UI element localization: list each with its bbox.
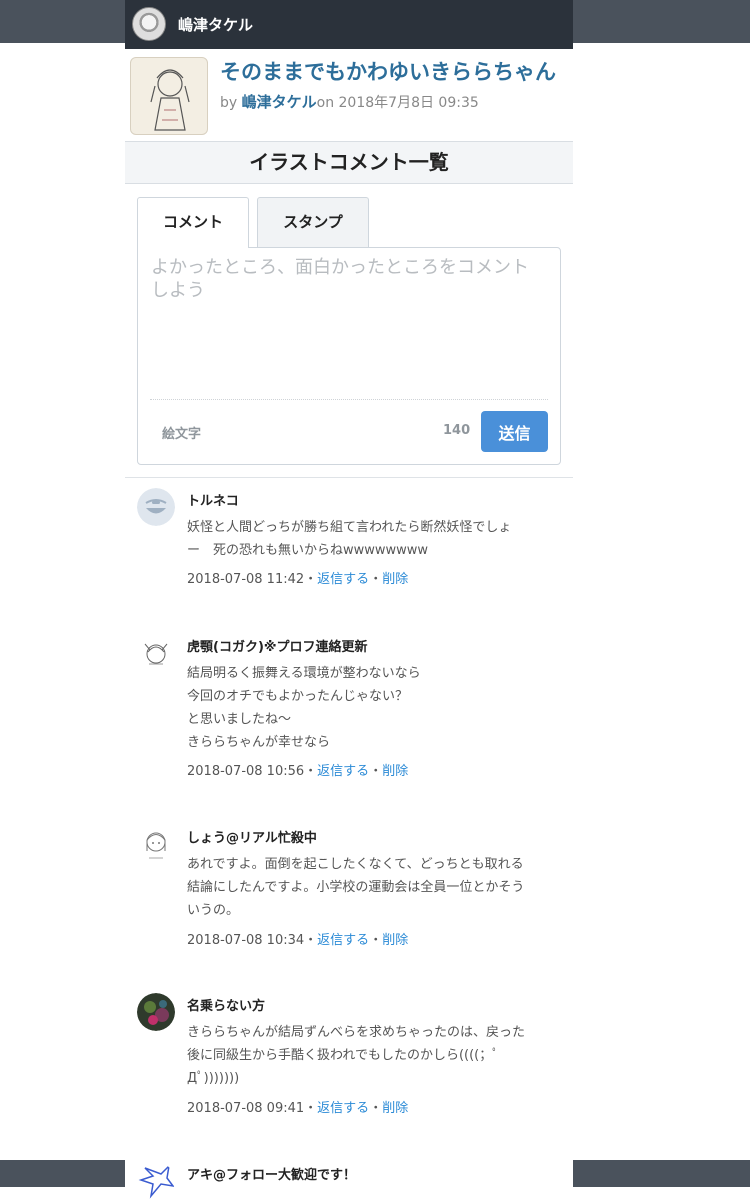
form-divider — [150, 399, 548, 400]
comment-text: 結局明るく振舞える環境が整わないなら 今回のオチでもよかったんじゃない？ と思い… — [187, 662, 563, 754]
meta-separator: ・ — [369, 764, 383, 779]
post-byline: by 嶋津タケルon 2018年7月8日 09:35 — [220, 91, 479, 112]
comment-date: 2018-07-08 09:41 — [187, 1101, 305, 1116]
comment-text: 妖怪と人間どっちが勝ち組て言われたら断然妖怪でしょ ー 死の恐れも無いからねww… — [187, 516, 563, 562]
comment-input[interactable] — [151, 256, 546, 396]
commenter-avatar[interactable] — [137, 993, 175, 1031]
list-separator — [125, 477, 573, 478]
comment-line: 結論にしたんですよ。小学校の運動会は全員一位とかそう — [187, 880, 525, 895]
comment-date: 2018-07-08 11:42 — [187, 572, 305, 587]
meta-separator: ・ — [369, 1101, 383, 1116]
post-date: on 2018年7月8日 09:35 — [316, 95, 479, 111]
comment-line: と思いましたね〜 — [187, 712, 292, 727]
commenter-avatar[interactable] — [137, 634, 175, 672]
reply-link[interactable]: 返信する — [317, 1101, 369, 1116]
tab-stamp[interactable]: スタンプ — [257, 197, 369, 247]
comment-text: きららちゃんが結局ずんべらを求めちゃったのは、戻った 後に同級生から手酷く扱われ… — [187, 1021, 563, 1090]
meta-separator: ・ — [369, 933, 383, 948]
meta-separator: ・ — [304, 572, 318, 587]
char-counter: 140 — [443, 423, 471, 438]
emoji-button[interactable]: 絵文字 — [162, 423, 201, 442]
delete-link[interactable]: 削除 — [382, 933, 408, 948]
illustration-title[interactable]: そのままでもかわゆいきららちゃん — [220, 56, 556, 86]
header-avatar[interactable] — [132, 7, 166, 41]
meta-separator: ・ — [304, 764, 318, 779]
comment-line: 今回のオチでもよかったんじゃない？ — [187, 689, 409, 704]
comment-line: ー 死の恐れも無いからねwwwwwwww — [187, 543, 429, 558]
post-author-link[interactable]: 嶋津タケル — [242, 93, 317, 111]
delete-link[interactable]: 削除 — [382, 1101, 408, 1116]
comment-line: Дﾟ))))))) — [187, 1071, 240, 1086]
comment-date: 2018-07-08 10:34 — [187, 933, 305, 948]
comment-line: 後に同級生から手酷く扱われでもしたのかしら((((；ﾟ — [187, 1048, 499, 1063]
commenter-avatar[interactable] — [137, 488, 175, 526]
commenter-avatar[interactable] — [137, 825, 175, 863]
delete-link[interactable]: 削除 — [382, 764, 408, 779]
comment-line: きららちゃんが幸せなら — [187, 735, 331, 750]
meta-separator: ・ — [304, 933, 318, 948]
commenter-avatar[interactable] — [137, 1162, 175, 1200]
reply-link[interactable]: 返信する — [317, 572, 369, 587]
comment-text: あれですよ。面倒を起こしたくなくて、どっちとも取れる 結論にしたんですよ。小学校… — [187, 853, 563, 922]
commenter-name[interactable]: アキ@フォロー大歓迎です！ — [187, 1164, 356, 1183]
commenter-name[interactable]: トルネコ — [187, 490, 239, 509]
delete-link[interactable]: 削除 — [382, 572, 408, 587]
commenter-name[interactable]: 虎顎(コガク)※プロフ連絡更新 — [187, 636, 368, 655]
comment-meta: 2018-07-08 11:42・返信する・削除 — [187, 568, 408, 587]
meta-separator: ・ — [369, 572, 383, 587]
comment-meta: 2018-07-08 10:56・返信する・削除 — [187, 760, 408, 779]
reply-link[interactable]: 返信する — [317, 764, 369, 779]
page-container: 嶋津タケル そのままでもかわゆいきららちゃん by 嶋津タケルon 2018年7… — [125, 0, 573, 1199]
commenter-name[interactable]: 名乗らない方 — [187, 995, 265, 1014]
comment-date: 2018-07-08 10:56 — [187, 764, 305, 779]
illustration-thumbnail[interactable] — [130, 57, 208, 135]
comment-line: 結局明るく振舞える環境が整わないなら — [187, 666, 421, 681]
comment-meta: 2018-07-08 09:41・返信する・削除 — [187, 1097, 408, 1116]
reply-link[interactable]: 返信する — [317, 933, 369, 948]
byline-prefix: by — [220, 95, 238, 111]
meta-separator: ・ — [304, 1101, 318, 1116]
send-button[interactable]: 送信 — [481, 411, 548, 452]
user-header-bar[interactable]: 嶋津タケル — [125, 0, 573, 49]
section-title: イラストコメント一覧 — [125, 141, 573, 184]
comment-line: 妖怪と人間どっちが勝ち組て言われたら断然妖怪でしょ — [187, 520, 512, 535]
comment-line: きららちゃんが結局ずんべらを求めちゃったのは、戻った — [187, 1025, 526, 1040]
tab-comment[interactable]: コメント — [137, 197, 249, 248]
commenter-name[interactable]: しょう@リアル忙殺中 — [187, 827, 317, 846]
comment-line: いうの。 — [187, 903, 240, 918]
comment-meta: 2018-07-08 10:34・返信する・削除 — [187, 929, 408, 948]
comment-form: 絵文字 140 送信 — [137, 247, 561, 465]
comment-line: あれですよ。面倒を起こしたくなくて、どっちとも取れる — [187, 857, 524, 872]
header-user-name[interactable]: 嶋津タケル — [178, 14, 253, 35]
